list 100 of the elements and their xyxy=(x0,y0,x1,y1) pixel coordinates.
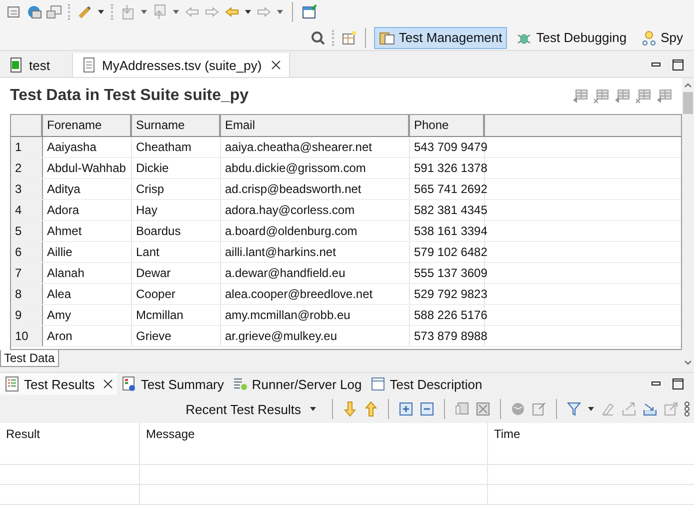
search-icon[interactable] xyxy=(310,30,326,46)
editor-title: Test Data in Test Suite suite_py xyxy=(10,87,249,106)
close-icon[interactable] xyxy=(102,379,113,390)
filter-icon[interactable] xyxy=(566,401,582,418)
table-cell: Alea xyxy=(43,284,132,304)
table-cell: aaiya.cheatha@shearer.net xyxy=(221,137,410,158)
down-arrow-icon[interactable] xyxy=(342,401,358,418)
perspective-button[interactable]: Spy xyxy=(636,26,688,49)
perspective-button[interactable]: Test Management xyxy=(374,26,508,49)
maximize-icon[interactable] xyxy=(672,59,684,72)
table-cell: Boardus xyxy=(132,221,221,242)
table-cell: Grieve xyxy=(132,326,221,346)
close-icon[interactable] xyxy=(270,60,281,70)
maximize-icon[interactable] xyxy=(672,378,684,390)
editor-tab[interactable]: MyAddresses.tsv (suite_py) xyxy=(72,53,290,78)
edit-table-icon[interactable] xyxy=(656,88,672,104)
scroll-down-icon[interactable] xyxy=(683,359,693,368)
row-number: 7 xyxy=(11,263,43,284)
row-number: 6 xyxy=(11,242,43,262)
text-file-icon xyxy=(81,57,97,74)
delete-column-icon[interactable] xyxy=(635,88,651,104)
column-header[interactable]: Phone xyxy=(410,115,485,136)
scroll-thumb[interactable] xyxy=(683,92,693,114)
caret-icon[interactable] xyxy=(172,8,180,16)
scrollbar[interactable] xyxy=(682,78,694,370)
table-cell: adora.hay@corless.com xyxy=(221,200,410,220)
table-cell: a.board@oldenburg.com xyxy=(221,221,410,242)
upload-icon[interactable] xyxy=(621,401,637,418)
results-dropdown[interactable]: Recent Test Results xyxy=(180,400,323,418)
more-icon[interactable] xyxy=(684,401,690,418)
table-cell: ar.grieve@mulkey.eu xyxy=(221,326,410,346)
table-cell: Hay xyxy=(132,200,221,220)
up-arrow-icon[interactable] xyxy=(363,401,379,418)
insert-column-icon[interactable] xyxy=(614,88,630,104)
column-header[interactable]: Surname xyxy=(132,115,221,136)
external-link-icon[interactable] xyxy=(663,401,679,418)
caret-icon[interactable] xyxy=(244,8,252,16)
panel-tab[interactable]: Test Results xyxy=(0,373,117,396)
table-cell: 565 741 2692 xyxy=(410,179,485,200)
table-cell: Aron xyxy=(43,326,132,346)
table-cell: 579 102 6482 xyxy=(410,242,485,262)
document-icon[interactable] xyxy=(6,4,22,20)
panel-tab[interactable]: Runner/Server Log xyxy=(228,373,366,396)
table-cell: 538 161 3394 xyxy=(410,221,485,242)
eraser-icon[interactable] xyxy=(600,401,616,418)
perspective-button[interactable]: Test Debugging xyxy=(511,26,632,49)
table-cell: Dickie xyxy=(132,158,221,178)
row-number: 8 xyxy=(11,284,43,304)
log-icon xyxy=(232,376,248,392)
panel-tab[interactable]: Test Summary xyxy=(116,373,228,396)
table-cell: 573 879 8988 xyxy=(410,326,485,346)
table-cell: Aillie xyxy=(43,242,132,262)
column-header[interactable]: Result xyxy=(0,423,140,464)
table-cell: Amy xyxy=(43,305,132,326)
window-icon xyxy=(370,376,386,392)
caret-icon[interactable] xyxy=(140,8,148,16)
table-cell: 529 792 9823 xyxy=(410,284,485,304)
table-cell: Abdul-Wahhab xyxy=(43,158,132,178)
row-number: 9 xyxy=(11,305,43,326)
table-cell: abdu.dickie@grissom.com xyxy=(221,158,410,178)
editor-bottom-tab[interactable]: Test Data xyxy=(0,350,59,368)
table-cell: a.dewar@handfield.eu xyxy=(221,263,410,284)
insert-row-icon[interactable] xyxy=(572,88,588,104)
open-perspective-icon[interactable] xyxy=(340,30,357,46)
column-header[interactable]: Message xyxy=(140,423,488,464)
list-icon xyxy=(4,376,20,392)
spy-icon xyxy=(640,30,657,46)
table-cell: Dewar xyxy=(132,263,221,284)
table-cell: Crisp xyxy=(132,179,221,200)
caret-icon[interactable] xyxy=(587,405,595,414)
table-cell: Cooper xyxy=(132,284,221,304)
scroll-up-icon[interactable] xyxy=(683,81,693,90)
column-header[interactable]: Email xyxy=(221,115,410,136)
table-cell: ailli.lant@harkins.net xyxy=(221,242,410,262)
table-cell: 588 226 5176 xyxy=(410,305,485,326)
script-file-icon xyxy=(8,57,24,74)
column-header[interactable]: Time xyxy=(488,423,694,464)
table-cell: Cheatham xyxy=(132,137,221,158)
table-cell: 543 709 9479 xyxy=(410,137,485,158)
row-number: 1 xyxy=(11,137,43,158)
export-icon[interactable] xyxy=(531,401,547,418)
expand-all-icon[interactable] xyxy=(398,401,414,418)
collapse-all-icon[interactable] xyxy=(419,401,435,418)
caret-icon[interactable] xyxy=(97,8,105,16)
panel-tab[interactable]: Test Description xyxy=(366,373,486,396)
table-cell: 582 381 4345 xyxy=(410,200,485,220)
delete-row-icon[interactable] xyxy=(593,88,609,104)
windows-icon[interactable] xyxy=(46,4,62,20)
caret-icon[interactable] xyxy=(276,8,284,16)
column-header[interactable]: Forename xyxy=(43,115,132,136)
table-cell: 591 326 1378 xyxy=(410,158,485,178)
table-cell: Adora xyxy=(43,200,132,220)
download-icon[interactable] xyxy=(642,401,658,418)
window-icon[interactable] xyxy=(301,4,317,20)
table-cell: Mcmillan xyxy=(132,305,221,326)
table-cell: Alanah xyxy=(43,263,132,284)
editor-tab[interactable]: test xyxy=(0,53,72,78)
folder-icon xyxy=(378,30,395,46)
table-cell: Aditya xyxy=(43,179,132,200)
table-cell: Aaiyasha xyxy=(43,137,132,158)
